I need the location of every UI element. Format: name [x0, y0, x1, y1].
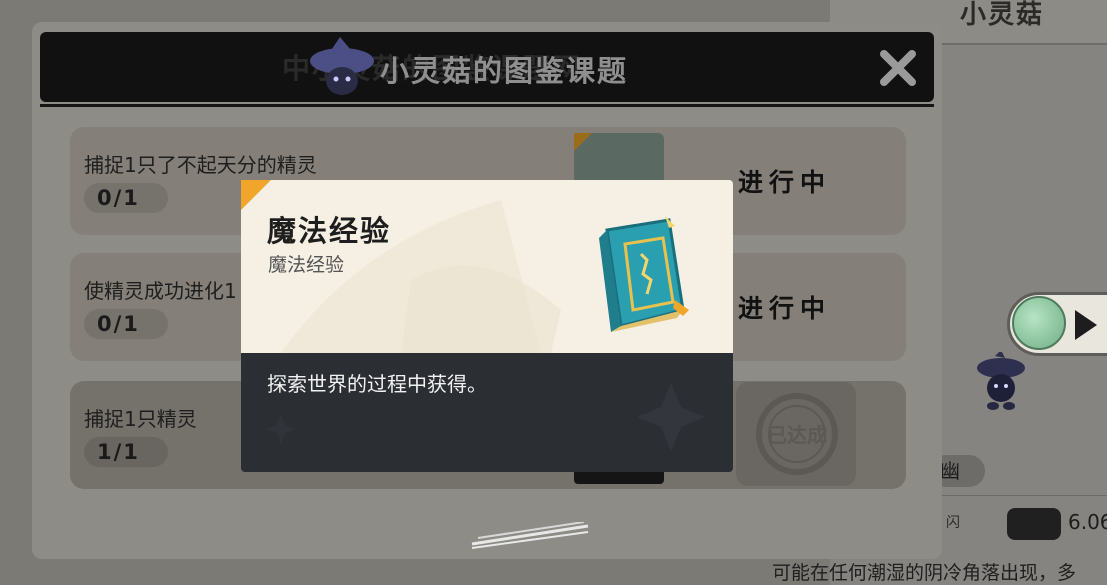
- task-progress: 1/1: [84, 437, 168, 467]
- mushroom-avatar-icon: [310, 37, 374, 95]
- play-icon: [1075, 310, 1097, 340]
- close-icon[interactable]: [876, 46, 920, 90]
- right-panel-title: 小灵菇: [960, 0, 1045, 30]
- stat-label: 闪: [946, 515, 960, 531]
- weight-icon: [1007, 508, 1061, 540]
- item-subtitle: 魔法经验: [268, 254, 345, 276]
- item-description: 探索世界的过程中获得。: [267, 372, 487, 396]
- magic-book-icon: [599, 216, 689, 332]
- stat-value: 6.06: [1068, 510, 1107, 534]
- completed-stamp-icon: 已达成: [756, 393, 838, 475]
- description-text: 可能在任何潮湿的阴冷角落出现，多: [772, 562, 1077, 584]
- scroll-handle-icon[interactable]: [470, 522, 590, 550]
- task-name: 使精灵成功进化1: [84, 279, 237, 303]
- panel-title: 小灵菇的图鉴课题: [380, 54, 629, 88]
- reward-corner-badge: [574, 133, 592, 151]
- task-name: 捕捉1只精灵: [84, 407, 197, 431]
- pet-avatar: [1012, 296, 1066, 350]
- reward-thumbnail: [574, 470, 664, 484]
- task-progress: 0/1: [84, 309, 168, 339]
- header-divider: [40, 104, 934, 107]
- mushroom-creature-icon: [977, 352, 1025, 410]
- task-name: 捕捉1只了不起天分的精灵: [84, 153, 317, 177]
- task-status: 进行中: [738, 168, 832, 197]
- stamp-label: 已达成: [767, 423, 827, 447]
- item-title: 魔法经验: [267, 214, 392, 248]
- task-status: 进行中: [738, 294, 832, 323]
- task-progress: 0/1: [84, 183, 168, 213]
- rarity-corner-badge: [241, 180, 271, 210]
